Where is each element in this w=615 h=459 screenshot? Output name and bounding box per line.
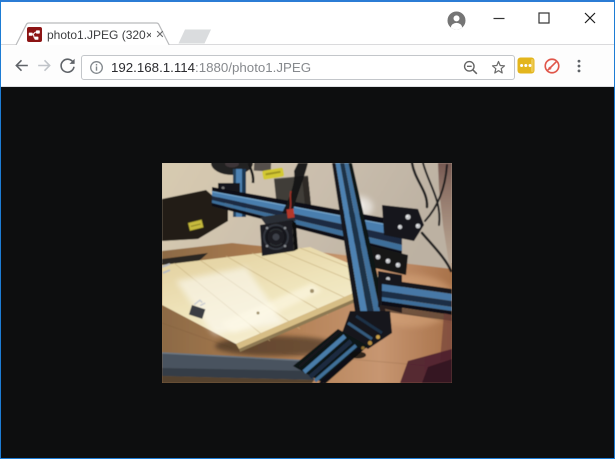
- maximize-button[interactable]: [536, 10, 552, 26]
- extension-blocker-icon[interactable]: [543, 57, 561, 75]
- reload-icon[interactable]: [58, 56, 77, 75]
- browser-window: photo1.JPEG (320×240) ✕: [0, 0, 615, 459]
- tab-close-icon[interactable]: ✕: [153, 28, 167, 42]
- url-host: 192.168.1.114: [111, 60, 195, 75]
- page-info-icon[interactable]: [88, 59, 105, 76]
- close-window-button[interactable]: [582, 10, 598, 26]
- node-red-favicon-icon: [27, 27, 42, 42]
- url-path: :1880/photo1.JPEG: [195, 60, 311, 75]
- zoom-out-icon[interactable]: [461, 58, 480, 77]
- bookmark-star-icon[interactable]: [489, 58, 508, 77]
- browser-toolbar: 192.168.1.114:1880/photo1.JPEG: [1, 45, 614, 86]
- url-text[interactable]: 192.168.1.114:1880/photo1.JPEG: [111, 60, 461, 75]
- back-icon[interactable]: [12, 56, 31, 75]
- forward-icon[interactable]: [35, 56, 54, 75]
- photo-3d-printer: [162, 163, 452, 383]
- browser-menu-icon[interactable]: [570, 57, 588, 75]
- profile-avatar-icon[interactable]: [447, 11, 466, 30]
- page-viewport: [1, 87, 614, 458]
- extension-yellow-dots-icon[interactable]: [517, 57, 535, 74]
- tab-title: photo1.JPEG (320×240): [47, 28, 151, 43]
- navigation-buttons: [10, 45, 79, 86]
- new-tab-button[interactable]: [179, 30, 212, 44]
- address-bar[interactable]: 192.168.1.114:1880/photo1.JPEG: [81, 55, 515, 80]
- title-bar: photo1.JPEG (320×240) ✕: [1, 2, 614, 45]
- minimize-button[interactable]: [491, 10, 507, 26]
